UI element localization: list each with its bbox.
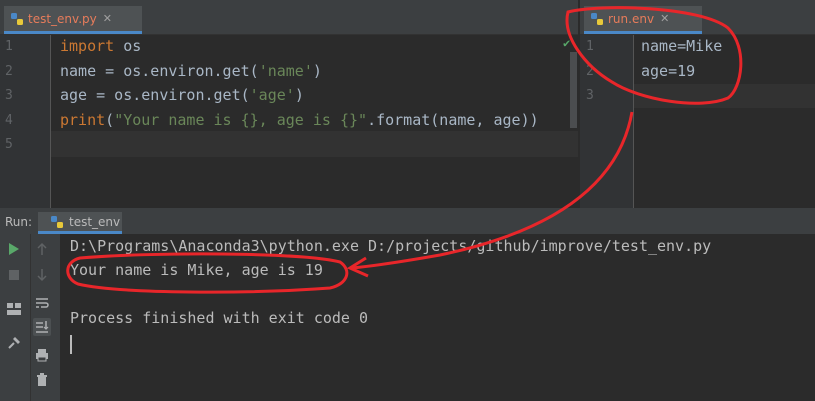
current-line-highlight bbox=[51, 131, 578, 157]
left-editor[interactable]: test_env.py ✕ ✔ 1 import os 2 name = os.env… bbox=[0, 0, 578, 208]
run-tab-label: test_env bbox=[69, 214, 121, 229]
right-editor[interactable]: run.env ✕ 1 name=Mike 2 age=19 3 bbox=[580, 0, 815, 208]
code-token: .format(name, age)) bbox=[367, 110, 539, 129]
code-token: name = os.environ.get( bbox=[60, 61, 259, 80]
line-number: 1 bbox=[5, 39, 13, 54]
line-number: 2 bbox=[5, 63, 13, 79]
code-line: age = os.environ.get('age') bbox=[60, 86, 304, 104]
code-token: print bbox=[60, 110, 106, 129]
code-token: 'age' bbox=[249, 86, 295, 104]
python-file-icon bbox=[51, 215, 63, 228]
code-token: import bbox=[60, 37, 115, 55]
console-line: Process finished with exit code 0 bbox=[70, 309, 369, 327]
run-tool-window-header: Run: test_env bbox=[0, 212, 815, 235]
line-number: 5 bbox=[5, 137, 13, 152]
run-tab-test-env[interactable]: test_env bbox=[38, 212, 122, 234]
code-token: age = os.environ.get( bbox=[60, 86, 250, 104]
close-icon[interactable]: ✕ bbox=[103, 12, 112, 25]
line-number: 3 bbox=[5, 88, 13, 103]
current-line-highlight bbox=[634, 84, 815, 108]
tab-run-env[interactable]: run.env ✕ bbox=[584, 6, 702, 34]
scroll-to-end-icon[interactable] bbox=[33, 318, 51, 336]
soft-wrap-icon[interactable] bbox=[33, 294, 51, 312]
print-icon[interactable] bbox=[33, 346, 51, 364]
env-line: name=Mike bbox=[641, 37, 723, 55]
right-tab-bar: run.env ✕ bbox=[580, 0, 815, 35]
left-tab-bar: test_env.py ✕ bbox=[0, 0, 578, 35]
console-line: D:\Programs\Anaconda3\python.exe D:/proj… bbox=[70, 237, 712, 255]
checkmark-icon: ✔ bbox=[563, 36, 571, 50]
code-token: ) bbox=[312, 61, 322, 80]
console-output[interactable]: D:\Programs\Anaconda3\python.exe D:/proj… bbox=[61, 234, 815, 401]
env-line: age=19 bbox=[641, 61, 696, 80]
code-token: ( bbox=[105, 110, 115, 129]
up-arrow-icon[interactable] bbox=[33, 240, 51, 258]
console-line: Your name is Mike, age is 19 bbox=[70, 261, 323, 279]
text-caret bbox=[70, 335, 72, 354]
editor-scrollbar[interactable] bbox=[570, 52, 577, 128]
line-gutter bbox=[580, 35, 634, 208]
tab-test-env-py[interactable]: test_env.py ✕ bbox=[4, 6, 142, 34]
code-token: ) bbox=[294, 86, 304, 104]
code-token: 'name' bbox=[258, 61, 313, 80]
layout-icon[interactable] bbox=[5, 300, 23, 318]
code-token: "Your name is {}, age is {}" bbox=[114, 110, 368, 129]
line-number: 4 bbox=[5, 112, 13, 128]
env-file-icon bbox=[591, 12, 603, 25]
stop-icon[interactable] bbox=[5, 266, 23, 284]
run-label: Run: bbox=[5, 215, 33, 229]
line-number: 3 bbox=[586, 88, 594, 103]
line-number: 2 bbox=[586, 63, 594, 79]
toolbar-separator bbox=[30, 234, 31, 401]
line-number: 1 bbox=[586, 39, 594, 54]
pin-icon[interactable] bbox=[5, 334, 23, 352]
code-line: print("Your name is {}, age is {}".forma… bbox=[60, 111, 539, 129]
code-line: name = os.environ.get('name') bbox=[60, 62, 322, 80]
tab-label: run.env bbox=[608, 11, 655, 26]
down-arrow-icon[interactable] bbox=[33, 266, 51, 284]
run-icon[interactable] bbox=[5, 240, 23, 258]
run-toolbar bbox=[0, 234, 61, 401]
python-file-icon bbox=[11, 12, 23, 25]
trash-icon[interactable] bbox=[33, 371, 51, 389]
code-line: import os bbox=[60, 37, 141, 55]
tab-label: test_env.py bbox=[28, 11, 97, 26]
code-token: os bbox=[114, 37, 142, 55]
close-icon[interactable]: ✕ bbox=[660, 12, 669, 25]
